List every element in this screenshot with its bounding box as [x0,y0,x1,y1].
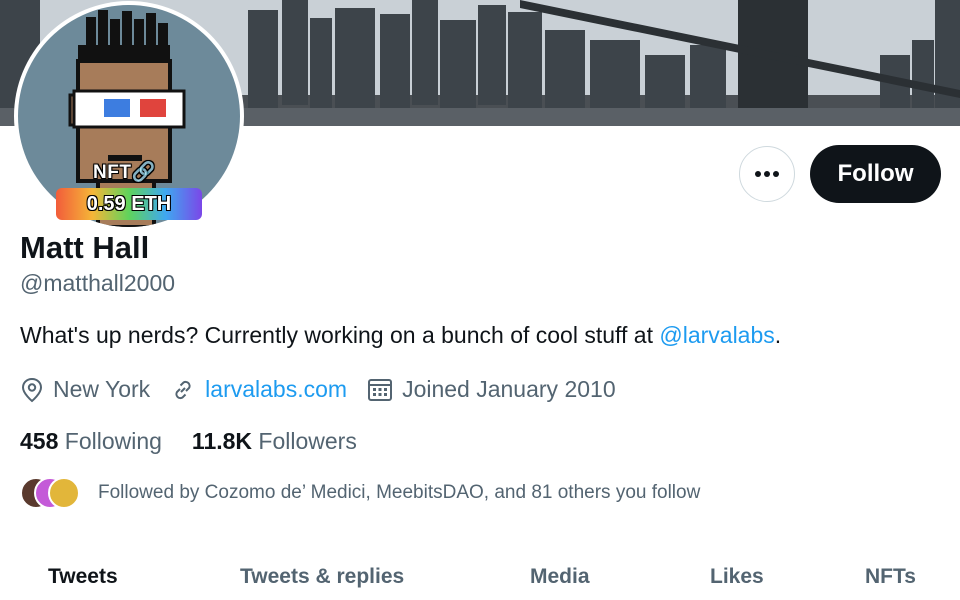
more-options-button[interactable] [739,146,795,202]
website-item: larvalabs.com [170,376,347,403]
follow-button[interactable]: Follow [810,145,941,203]
profile-tabs: Tweets Tweets & replies Media Likes NFTs [0,560,960,600]
tab-tweets-replies[interactable]: Tweets & replies [240,565,404,589]
tab-nfts[interactable]: NFTs [865,565,916,589]
profile-bio: What's up nerds? Currently working on a … [20,322,781,349]
calendar-icon [368,378,393,401]
following-count-link[interactable]: 458 Following [20,428,162,455]
followers-count: 11.8K [191,428,253,454]
more-icon [755,171,779,177]
followed-by-text: Followed by Cozomo de’ Medici, MeebitsDA… [98,482,701,503]
follower-avatars [20,477,82,509]
location-pin-icon [21,377,43,402]
bio-text: What's up nerds? Currently working on a … [20,322,660,348]
nft-label: NFT🔗 [93,162,156,183]
location-item: New York [20,376,150,403]
joined-item: Joined January 2010 [367,376,616,403]
following-label: Following [64,428,162,454]
tab-tweets[interactable]: Tweets [48,565,118,589]
website-link[interactable]: larvalabs.com [205,376,347,403]
profile-name: Matt Hall [20,230,150,265]
tab-likes[interactable]: Likes [710,565,764,589]
profile-handle: @matthall2000 [20,270,176,296]
joined-text: Joined January 2010 [402,376,616,402]
following-count: 458 [20,428,59,454]
follower-avatar [48,477,80,509]
nft-price-badge: 0.59 ETH [56,188,202,220]
profile-meta: New York larvalabs.com Joined January 20… [20,376,636,403]
location-text: New York [53,376,151,402]
followed-by[interactable]: Followed by Cozomo de’ Medici, MeebitsDA… [20,477,700,509]
tab-media[interactable]: Media [530,565,590,589]
bio-mention-link[interactable]: @larvalabs [659,322,774,348]
link-icon [175,380,191,399]
follow-counts: 458 Following 11.8K Followers [20,428,387,455]
followers-label: Followers [258,428,357,454]
followers-count-link[interactable]: 11.8K Followers [192,428,357,455]
bio-suffix: . [774,322,782,348]
